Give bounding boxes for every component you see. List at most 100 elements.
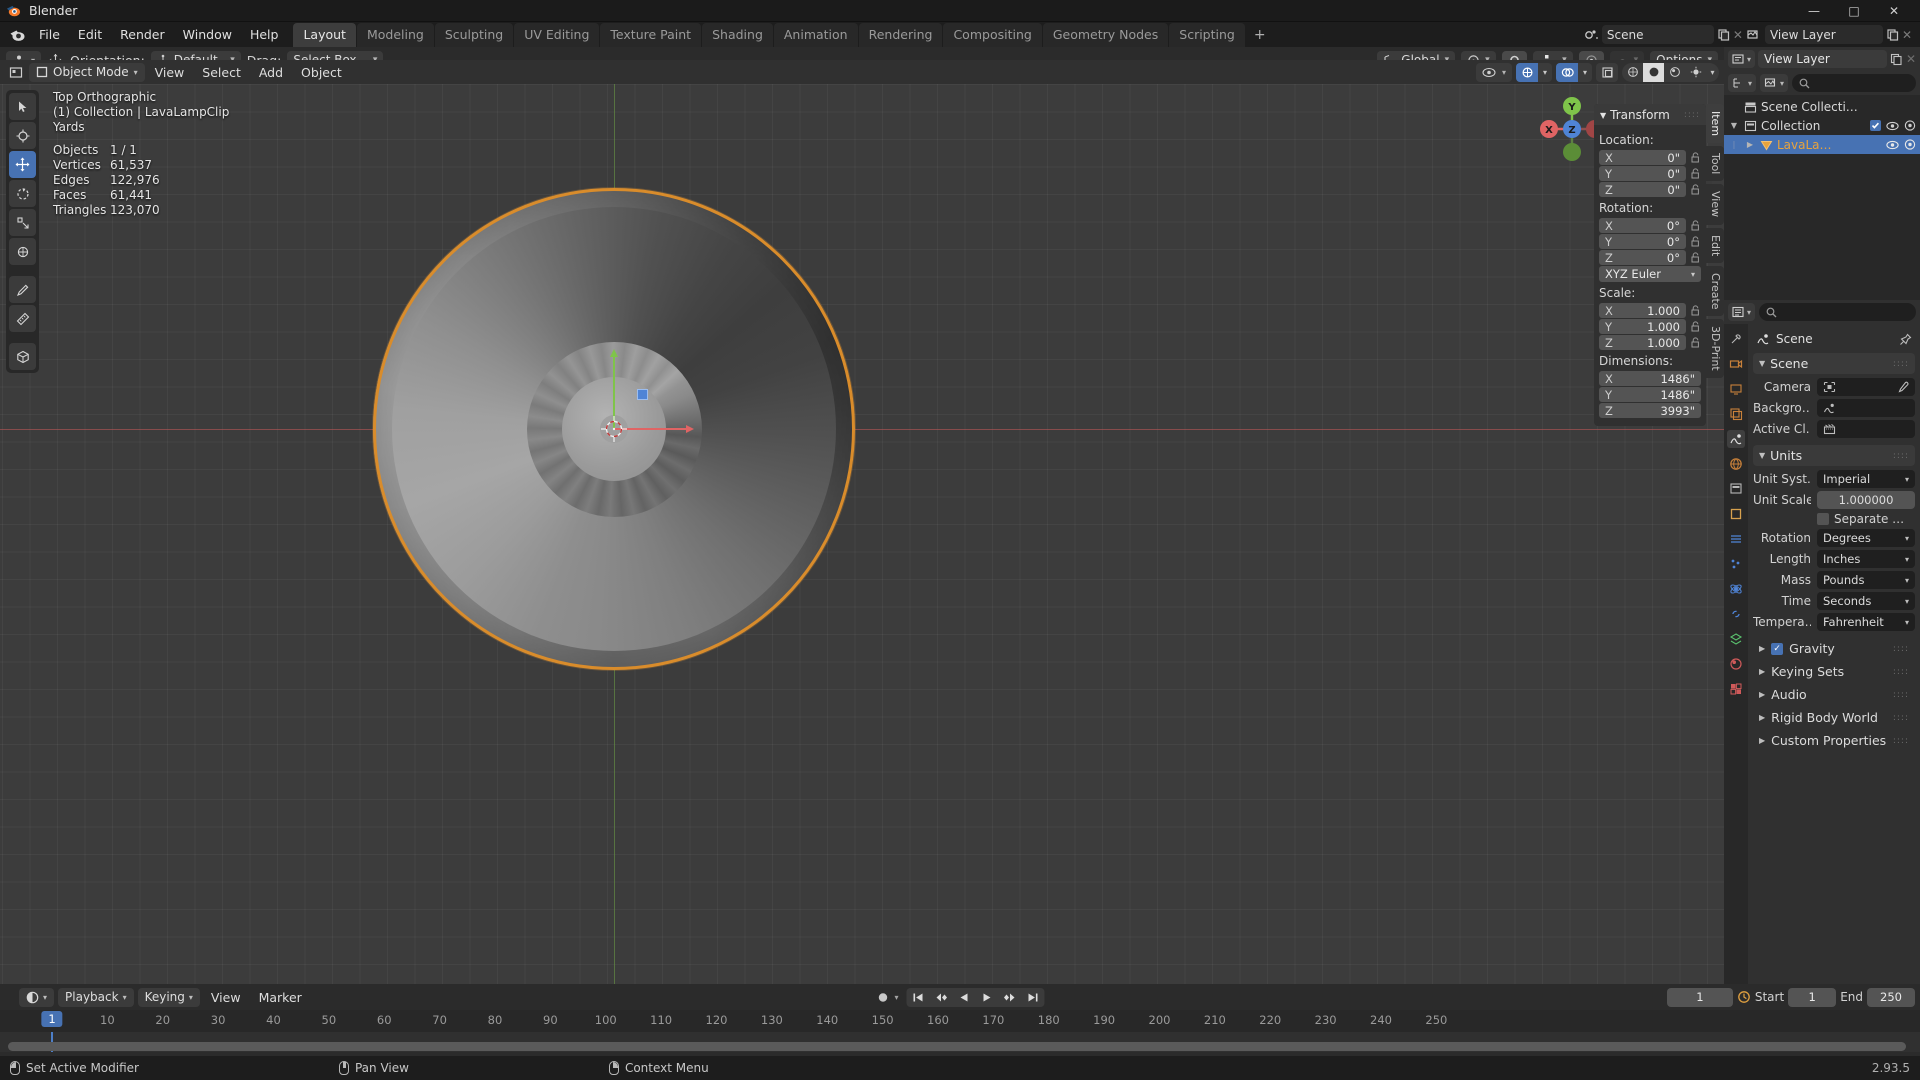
tab-shading[interactable]: Shading [702, 23, 773, 47]
properties-tab-scene[interactable] [1727, 430, 1745, 448]
units-panel-header[interactable]: ▼ Units :::: [1753, 445, 1915, 466]
properties-tab-world[interactable] [1727, 455, 1745, 473]
custom-properties-panel-header[interactable]: ▶ Custom Properties :::: [1753, 730, 1915, 751]
shading-rendered-icon[interactable] [1685, 63, 1706, 82]
lock-rotation-x-icon[interactable] [1689, 220, 1701, 231]
temperature-units-dropdown[interactable]: Fahrenheit ▾ [1817, 613, 1915, 631]
lock-scale-x-icon[interactable] [1689, 305, 1701, 316]
lavalamp-camera-icon[interactable] [1904, 139, 1916, 150]
properties-tab-texture[interactable] [1727, 680, 1745, 698]
tab-uv-editing[interactable]: UV Editing [514, 23, 600, 47]
collection-eye-icon[interactable] [1886, 121, 1899, 131]
delete-scene-icon[interactable]: ✕ [1733, 28, 1743, 42]
keying-sets-panel-header[interactable]: ▶ Keying Sets :::: [1753, 661, 1915, 682]
properties-editor-type-icon[interactable]: ▾ [1728, 303, 1756, 321]
timeline-menu-marker[interactable]: Marker [252, 988, 309, 1007]
background-scene-field[interactable] [1817, 399, 1915, 417]
start-frame-field[interactable]: 1 [1788, 987, 1837, 1007]
viewport-menu-object[interactable]: Object [293, 63, 350, 82]
properties-editor[interactable]: ▾ Scene ▼ Scene:::: Camera Backgro… Act… [1724, 300, 1920, 984]
timeline-menu-view[interactable]: View [204, 988, 248, 1007]
gravity-panel-header[interactable]: ▶ ✓ Gravity :::: [1753, 638, 1915, 659]
pin-id-icon[interactable] [1899, 333, 1912, 346]
location-z-field[interactable]: Z 0" [1599, 182, 1686, 197]
visibility-dropdown[interactable]: ▾ [1476, 62, 1512, 82]
rotation-mode-dropdown[interactable]: XYZ Euler ▾ [1599, 266, 1701, 282]
show-overlays-icon[interactable] [1556, 62, 1578, 82]
tool-annotate-icon[interactable] [9, 276, 36, 303]
auto-keying-dropdown-icon[interactable]: ▾ [894, 993, 898, 1002]
tab-scripting[interactable]: Scripting [1169, 23, 1245, 47]
camera-object-field[interactable] [1817, 378, 1915, 396]
xray-toggle-icon[interactable] [1596, 62, 1618, 82]
maximize-button[interactable]: □ [1834, 0, 1874, 22]
editor-type-icon[interactable] [5, 66, 27, 79]
outliner-display-mode-icon[interactable]: ▾ [1728, 74, 1757, 92]
tool-rotate-icon[interactable] [9, 180, 36, 207]
minimize-button[interactable]: — [1794, 0, 1834, 22]
properties-tab-constraints[interactable] [1727, 605, 1745, 623]
scale-z-field[interactable]: Z 1.000 [1599, 335, 1686, 350]
tab-texture-paint[interactable]: Texture Paint [600, 23, 702, 47]
location-y-field[interactable]: Y 0" [1599, 166, 1686, 181]
outliner-row-scene-collection[interactable]: Scene Collecti… [1724, 97, 1920, 116]
menu-window[interactable]: Window [174, 24, 241, 45]
properties-tab-render[interactable] [1727, 355, 1745, 373]
lock-location-z-icon[interactable] [1689, 184, 1701, 195]
gravity-expand-icon[interactable]: ▶ [1759, 644, 1765, 653]
tab-layout[interactable]: Layout [293, 23, 356, 47]
scene-browse-icon[interactable] [1583, 28, 1599, 42]
dimensions-x-field[interactable]: X 1486" [1599, 371, 1701, 386]
viewport-menu-select[interactable]: Select [194, 63, 249, 82]
jump-to-start-button[interactable] [907, 988, 930, 1007]
tool-cursor-icon[interactable] [9, 122, 36, 149]
rotation-x-field[interactable]: X 0° [1599, 218, 1686, 233]
rotation-units-dropdown[interactable]: Degrees ▾ [1817, 529, 1915, 547]
auto-keying-icon[interactable] [875, 990, 890, 1005]
collection-expand-tri[interactable]: ▼ [1728, 121, 1740, 130]
add-workspace-button[interactable]: + [1246, 23, 1274, 47]
3d-viewport[interactable]: Top Orthographic (1) Collection | LavaLa… [0, 84, 1724, 984]
gravity-checkbox[interactable]: ✓ [1771, 642, 1784, 655]
scene-panel-collapse-icon[interactable]: ▼ [1759, 359, 1765, 368]
properties-tab-modifiers[interactable] [1727, 530, 1745, 548]
tool-transform-icon[interactable] [9, 238, 36, 265]
new-collection-icon[interactable] [1890, 53, 1903, 66]
properties-search-input[interactable] [1759, 303, 1916, 321]
custom-properties-expand-icon[interactable]: ▶ [1759, 736, 1765, 745]
properties-tab-physics[interactable] [1727, 580, 1745, 598]
overlay-dropdown-icon[interactable]: ▾ [1578, 63, 1592, 82]
properties-tab-data[interactable] [1727, 630, 1745, 648]
previous-keyframe-button[interactable] [930, 988, 953, 1007]
playback-dropdown[interactable]: Playback ▾ [58, 987, 134, 1007]
separate-units-checkbox[interactable]: Separate … [1817, 512, 1904, 526]
collection-checkbox-icon[interactable] [1870, 120, 1881, 131]
scale-x-field[interactable]: X 1.000 [1599, 303, 1686, 318]
tool-move-icon[interactable] [9, 151, 36, 178]
shading-material-icon[interactable] [1664, 63, 1685, 82]
menu-edit[interactable]: Edit [69, 24, 111, 45]
outliner-editor-type-icon[interactable]: ▾ [1728, 50, 1756, 68]
tool-scale-icon[interactable] [9, 209, 36, 236]
tab-compositing[interactable]: Compositing [943, 23, 1042, 47]
npanel-tab-item[interactable]: Item [1706, 104, 1724, 144]
rigid-body-expand-icon[interactable]: ▶ [1759, 713, 1765, 722]
properties-tab-output[interactable] [1727, 380, 1745, 398]
outliner-row-lavalamp[interactable]: | ▶ LavaLa… [1724, 135, 1920, 154]
tab-animation[interactable]: Animation [773, 23, 858, 47]
tool-select-box-icon[interactable] [9, 93, 36, 120]
shading-dropdown-icon[interactable]: ▾ [1706, 63, 1719, 82]
outliner-editor[interactable]: ▾ View Layer ✕ ▾ ▾ Scene Collecti… ▼ Col… [1724, 47, 1920, 300]
rotation-y-field[interactable]: Y 0° [1599, 234, 1686, 249]
scene-panel-header[interactable]: ▼ Scene :::: [1753, 353, 1915, 374]
outliner-row-collection[interactable]: ▼ Collection [1724, 116, 1920, 135]
collection-camera-icon[interactable] [1904, 120, 1916, 131]
active-clip-field[interactable] [1817, 420, 1915, 438]
view-layer-field[interactable]: View Layer [1764, 25, 1883, 44]
keying-dropdown[interactable]: Keying ▾ [137, 987, 200, 1007]
gizmo-axis-z[interactable] [637, 389, 648, 400]
npanel-tab-create[interactable]: Create [1706, 265, 1724, 317]
viewport-menu-add[interactable]: Add [251, 63, 291, 82]
lock-rotation-z-icon[interactable] [1689, 252, 1701, 263]
view-layer-browse-icon[interactable] [1746, 28, 1762, 42]
